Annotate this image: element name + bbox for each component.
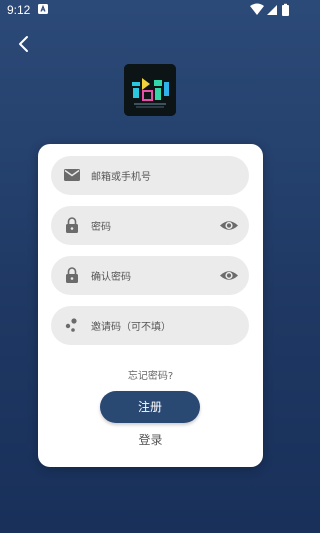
confirm-password-field[interactable]: 确认密码: [51, 256, 249, 295]
status-bar: 9:12: [0, 0, 300, 20]
status-icons: [250, 3, 289, 16]
chevron-left-icon: [19, 36, 28, 52]
app-logo: [124, 64, 176, 116]
confirm-password-placeholder: 确认密码: [91, 272, 131, 283]
logo-graphic: [124, 64, 176, 116]
register-card: 邮箱或手机号 密码 确认密码 邀请码（可不填） 忘记密码? 注册 登录: [38, 144, 263, 467]
confirm-password-visibility-eye-icon[interactable]: [219, 267, 239, 284]
lock-icon: [66, 217, 78, 233]
back-button[interactable]: [13, 33, 35, 55]
register-button[interactable]: 注册: [100, 391, 200, 423]
notification-app-icon: [38, 4, 48, 14]
email-field[interactable]: 邮箱或手机号: [51, 156, 249, 195]
invite-code-field[interactable]: 邀请码（可不填）: [51, 306, 249, 345]
password-field[interactable]: 密码: [51, 206, 249, 245]
signal-icon: [267, 5, 277, 15]
forgot-password-link[interactable]: 忘记密码?: [38, 367, 263, 382]
password-visibility-eye-icon[interactable]: [219, 217, 239, 234]
email-placeholder: 邮箱或手机号: [91, 172, 151, 183]
lock-icon: [66, 267, 78, 283]
password-placeholder: 密码: [91, 222, 111, 233]
battery-icon: [282, 5, 289, 16]
dots-icon: [65, 318, 77, 332]
wifi-icon: [250, 3, 264, 15]
status-time: 9:12: [7, 3, 31, 17]
login-link[interactable]: 登录: [38, 431, 263, 448]
invite-code-placeholder: 邀请码（可不填）: [91, 322, 171, 333]
mail-icon: [64, 169, 80, 181]
